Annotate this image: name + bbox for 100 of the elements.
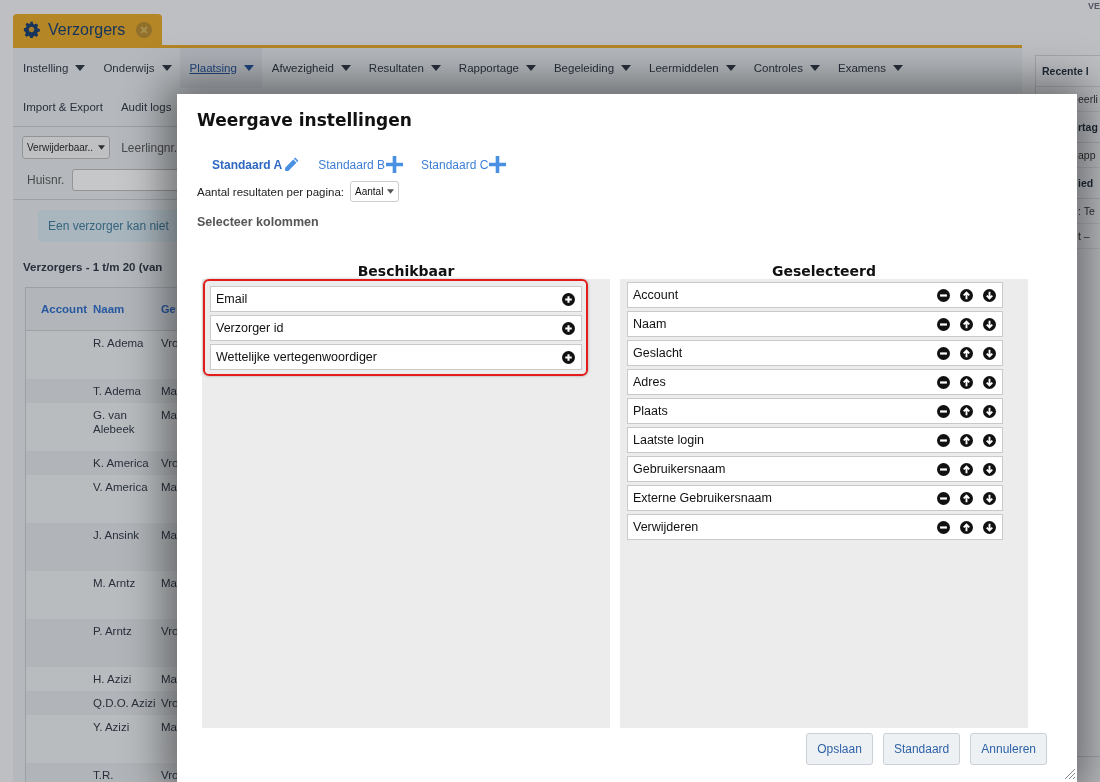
arrow-down-icon[interactable]: [983, 346, 996, 360]
menu-item[interactable]: Examens: [827, 48, 911, 88]
table-cell-text: Ma: [161, 408, 178, 422]
menu-item[interactable]: Instelling: [13, 48, 94, 88]
preset-tab[interactable]: Standaard C: [420, 156, 507, 173]
menu-item[interactable]: Audit logs: [110, 88, 180, 126]
column-item[interactable]: Verwijderen: [627, 514, 1003, 540]
table-cell-text: J. Ansink: [93, 528, 141, 543]
column-item[interactable]: Account: [627, 282, 1003, 308]
remove-icon[interactable]: [937, 317, 950, 331]
caret-icon: [387, 189, 395, 194]
header-text: VE: [1088, 0, 1100, 13]
arrow-down-icon[interactable]: [983, 288, 996, 302]
preset-tab[interactable]: Standaard B: [318, 156, 403, 173]
arrow-down-icon[interactable]: [983, 433, 996, 447]
table-cell-text: M. Arntz: [93, 576, 137, 591]
remove-icon[interactable]: [937, 433, 950, 447]
table-cell-text: T.R.: [93, 768, 115, 782]
menu-item[interactable]: Import & Export: [13, 88, 111, 126]
column-heading: Geselecteerd: [771, 263, 877, 279]
menu-item[interactable]: Afwezigheid: [261, 48, 359, 88]
field-label: Aantal resultaten per pagina:: [197, 185, 345, 198]
dialog-button[interactable]: Opslaan: [806, 733, 873, 765]
column-item[interactable]: Adres: [627, 369, 1003, 395]
section-title: Selecteer kolommen: [197, 215, 320, 229]
remove-icon[interactable]: [937, 346, 950, 360]
table-cell-text: T. Adema: [93, 384, 142, 398]
remove-icon[interactable]: [937, 404, 950, 418]
table-cell-text: Ma: [161, 528, 178, 542]
table-cell-text: V. America: [93, 480, 149, 495]
arrow-up-icon[interactable]: [960, 462, 973, 476]
arrow-up-icon[interactable]: [960, 375, 973, 389]
remove-icon[interactable]: [937, 491, 950, 505]
table-cell-text: P. Arntz: [93, 624, 133, 639]
dialog-title: Weergave instellingen: [197, 109, 413, 130]
arrow-up-icon[interactable]: [960, 346, 973, 360]
status-select[interactable]: Verwijderbaar..: [22, 136, 111, 159]
table-cell-text: G. van Alebeek: [93, 408, 136, 437]
menu-item[interactable]: Leermiddelen: [639, 48, 744, 88]
arrow-down-icon[interactable]: [983, 404, 996, 418]
add-icon[interactable]: [562, 350, 575, 364]
dialog-button[interactable]: Annuleren: [970, 733, 1047, 765]
pencil-icon: [283, 156, 301, 173]
arrow-up-icon[interactable]: [960, 433, 973, 447]
table-cell-text: Y. Azizi: [93, 720, 131, 735]
menu-item[interactable]: Begeleiding: [543, 48, 640, 88]
per-page-select[interactable]: Aantal: [350, 181, 400, 202]
gear-icon: [23, 21, 40, 38]
column-heading: Beschikbaar: [356, 263, 456, 279]
table-cell-text: H. Azizi: [93, 672, 133, 686]
remove-icon[interactable]: [937, 288, 950, 302]
remove-icon[interactable]: [937, 462, 950, 476]
field-label: Huisnr.: [27, 173, 65, 187]
add-icon[interactable]: [562, 292, 575, 306]
table-cell-text: Ma: [161, 480, 178, 494]
remove-icon[interactable]: [937, 520, 950, 534]
column-header[interactable]: Naam: [93, 303, 161, 315]
remove-icon[interactable]: [937, 375, 950, 389]
arrow-up-icon[interactable]: [960, 491, 973, 505]
list-title: Verzorgers - 1 t/m 20 (van: [23, 261, 163, 273]
table-cell-text: R. Adema: [93, 336, 145, 351]
column-item[interactable]: Naam: [627, 311, 1003, 337]
dialog-button[interactable]: Standaard: [882, 733, 961, 765]
table-cell-text: Ma: [161, 384, 178, 398]
arrow-down-icon[interactable]: [983, 375, 996, 389]
column-item[interactable]: Plaats: [627, 398, 1003, 424]
column-item[interactable]: Email: [210, 286, 582, 312]
table-cell-text: Ma: [161, 672, 178, 686]
arrow-up-icon[interactable]: [960, 520, 973, 534]
arrow-up-icon[interactable]: [960, 288, 973, 302]
column-item[interactable]: Laatste login: [627, 427, 1003, 453]
column-item[interactable]: Wettelijke vertegenwoordiger: [210, 344, 582, 370]
field-label: Leerlingnr.: [121, 140, 178, 155]
resize-grip-icon[interactable]: [1062, 766, 1076, 780]
menu-item[interactable]: Resultaten: [358, 48, 449, 88]
arrow-down-icon[interactable]: [983, 520, 996, 534]
arrow-down-icon[interactable]: [983, 462, 996, 476]
arrow-down-icon[interactable]: [983, 491, 996, 505]
column-header[interactable]: Account: [26, 303, 93, 315]
menu-item[interactable]: Plaatsing: [179, 48, 262, 88]
add-icon[interactable]: [562, 321, 575, 335]
app-tab[interactable]: Verzorgers: [13, 14, 162, 45]
menu-item[interactable]: Controles: [743, 48, 828, 88]
menu-item[interactable]: Onderwijs: [93, 48, 180, 88]
caret-icon: [98, 145, 106, 150]
plus-icon: [385, 156, 403, 173]
table-cell-text: Ma: [161, 576, 178, 590]
arrow-up-icon[interactable]: [960, 317, 973, 331]
plus-icon: [489, 156, 507, 173]
preset-tab[interactable]: Standaard A: [212, 156, 301, 173]
menu-item[interactable]: Rapportage: [448, 48, 544, 88]
table-cell-text: Ma: [161, 720, 178, 734]
column-item[interactable]: Gebruikersnaam: [627, 456, 1003, 482]
arrow-up-icon[interactable]: [960, 404, 973, 418]
table-cell-text: Q.D.O. Azizi: [93, 696, 157, 710]
column-item[interactable]: Verzorger id: [210, 315, 582, 341]
arrow-down-icon[interactable]: [983, 317, 996, 331]
table-cell-text: K. America: [93, 456, 150, 470]
column-item[interactable]: Externe Gebruikersnaam: [627, 485, 1003, 511]
column-item[interactable]: Geslacht: [627, 340, 1003, 366]
